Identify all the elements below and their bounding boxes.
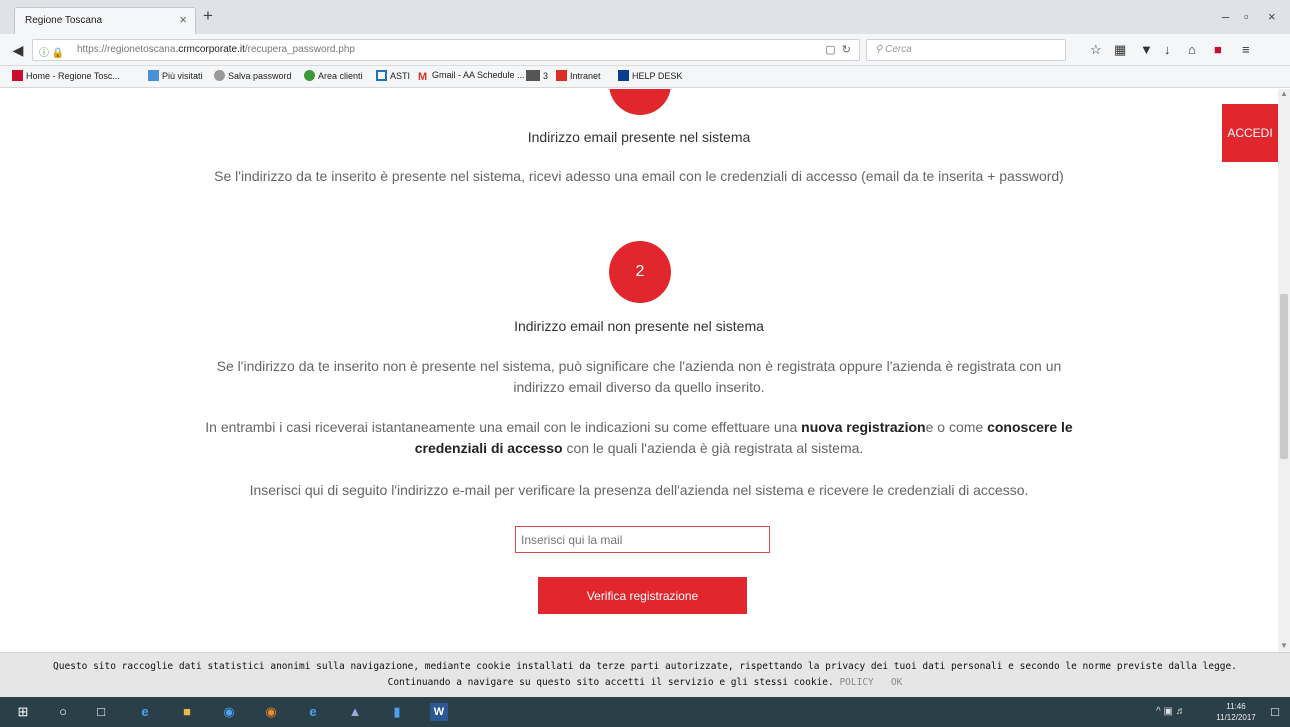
chrome-icon[interactable]: ◉ (220, 703, 238, 721)
back-arrow-icon[interactable]: ◀ (8, 40, 28, 60)
scroll-down-icon[interactable]: ▼ (1280, 641, 1288, 650)
section-2-heading: Indirizzo email non presente nel sistema (514, 318, 764, 334)
section-2-text: Se l'indirizzo da te inserito non è pres… (216, 358, 1062, 395)
tab-title: Regione Toscana (25, 15, 103, 26)
section-2-both-cases-text: In entrambi i casi riceverai istantaneam… (205, 419, 1073, 456)
task-view-icon[interactable]: □ (92, 703, 110, 721)
cortana-search-icon[interactable]: ○ (54, 703, 72, 721)
pocket-icon[interactable]: ▼ (1140, 42, 1153, 58)
browser-tab[interactable]: Regione Toscana × (14, 7, 196, 34)
regione-logo-icon (12, 70, 23, 81)
verify-registration-button[interactable]: Verifica registrazione (538, 577, 747, 614)
scroll-thumb[interactable] (1280, 294, 1288, 459)
rt-icon (556, 70, 567, 81)
bookmark-star-icon[interactable]: ☆ (1090, 42, 1102, 58)
cookie-banner: Questo sito raccoglie dati statistici an… (0, 652, 1290, 697)
bookmarks-toolbar: Home - Regione Tosc... Più visitati Salv… (0, 66, 1290, 88)
secure-lock-icon[interactable]: ⓘ 🔒 (39, 44, 64, 59)
area-clienti-icon (304, 70, 315, 81)
bookmark-gmail[interactable]: M Gmail - AA Schedule ... (418, 70, 525, 83)
search-box[interactable]: ⚲ Cerca (866, 39, 1066, 61)
menu-icon[interactable]: ≡ (1242, 42, 1250, 58)
browser-titlebar: Regione Toscana × + – ▫ × (0, 0, 1290, 34)
download-icon[interactable]: ↓ (1164, 42, 1171, 58)
windows-taskbar: ⊞ ○ □ e ■ ◉ ◉ e ▲ ▮ W ^ ▣ ♬ 11:46 11/12/2… (0, 697, 1290, 727)
search-placeholder: ⚲ Cerca (875, 44, 912, 55)
file-explorer-icon[interactable]: ■ (178, 703, 196, 721)
scroll-up-icon[interactable]: ▲ (1280, 89, 1288, 98)
navigation-bar: ◀ ⓘ 🔒 https://regionetoscana.crmcorporat… (0, 34, 1290, 66)
email-input[interactable] (515, 526, 770, 553)
gmail-icon: M (418, 71, 428, 83)
cookie-policy-link[interactable]: POLICY (839, 677, 873, 688)
bookmark-3-icon (526, 70, 540, 81)
globe-icon (214, 70, 225, 81)
bookmark-help-desk[interactable]: HELP DESK (618, 70, 682, 81)
new-tab-button[interactable]: + (203, 7, 213, 25)
reading-list-icon[interactable]: ▦ (1114, 42, 1126, 58)
step-1-circle (609, 89, 671, 115)
notification-icon[interactable]: □ (1266, 703, 1284, 721)
page-viewport: ACCEDI Indirizzo email presente nel sist… (0, 89, 1278, 652)
url-text: https://regionetoscana.crmcorporate.it/r… (77, 44, 355, 55)
bookmark-home-regione[interactable]: Home - Regione Tosc... (12, 70, 120, 81)
address-bar[interactable]: ⓘ 🔒 https://regionetoscana.crmcorporate.… (32, 39, 860, 61)
helpdesk-icon (618, 70, 629, 81)
bookmark-intranet[interactable]: Intranet (556, 70, 601, 81)
section-1-heading: Indirizzo email presente nel sistema (527, 129, 751, 145)
edge-icon[interactable]: e (136, 703, 154, 721)
reload-icon[interactable]: ▢ ↻ (825, 43, 851, 56)
cookie-text-line1: Questo sito raccoglie dati statistici an… (53, 661, 1237, 672)
step-2-circle: 2 (609, 241, 671, 303)
cookie-text-line2: Continuando a navigare su questo sito ac… (387, 677, 903, 688)
section-2-instruction: Inserisci qui di seguito l'indirizzo e-m… (249, 482, 1029, 498)
word-icon[interactable]: W (430, 703, 448, 721)
folder-icon (148, 70, 159, 81)
tray-icons[interactable]: ^ ▣ ♬ (1156, 706, 1186, 717)
bookmark-piu-visitati[interactable]: Più visitati (148, 70, 203, 81)
section-1-text: Se l'indirizzo da te inserito è presente… (214, 168, 1064, 184)
bookmark-area-clienti[interactable]: Area clienti (304, 70, 363, 81)
internet-explorer-icon[interactable]: e (304, 703, 322, 721)
bookmark-3[interactable]: 3 (526, 70, 548, 81)
tab-close-icon[interactable]: × (179, 12, 187, 27)
close-window-button[interactable]: × (1268, 9, 1276, 24)
app-icon[interactable]: ▲ (346, 703, 364, 721)
windows-start-icon[interactable]: ⊞ (14, 703, 32, 721)
bookmark-salva-password[interactable]: Salva password (214, 70, 292, 81)
home-icon[interactable]: ⌂ (1188, 42, 1196, 58)
bookmark-asti[interactable]: ASTI (376, 70, 410, 81)
minimize-button[interactable]: – (1222, 9, 1229, 24)
asti-icon (376, 70, 387, 81)
maximize-button[interactable]: ▫ (1244, 9, 1249, 24)
firefox-icon[interactable]: ◉ (262, 703, 280, 721)
taskbar-clock[interactable]: 11:46 11/12/2017 (1214, 701, 1258, 723)
cookie-ok-link[interactable]: OK (891, 677, 902, 688)
page-scrollbar[interactable]: ▲ ▼ (1278, 89, 1290, 652)
pdf-icon[interactable]: ■ (1214, 42, 1222, 58)
remote-desktop-icon[interactable]: ▮ (388, 703, 406, 721)
